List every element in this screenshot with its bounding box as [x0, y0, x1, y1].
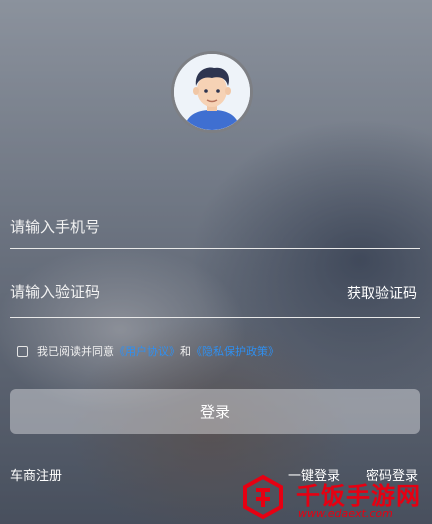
code-input[interactable] [10, 277, 310, 307]
get-code-button[interactable]: 获取验证码 [347, 283, 417, 303]
avatar [171, 51, 253, 133]
phone-underline [10, 248, 420, 249]
login-button[interactable]: 登录 [10, 389, 420, 434]
user-avatar-icon [174, 54, 250, 130]
code-underline [10, 317, 420, 318]
code-field[interactable]: 获取验证码 [10, 277, 420, 307]
user-agreement-link[interactable]: 《用户协议》 [114, 343, 180, 359]
agreement-conjunction: 和 [180, 345, 191, 358]
phone-field[interactable] [10, 212, 420, 242]
watermark-brand: 千饭手游网 [296, 482, 421, 510]
checkbox-icon[interactable] [17, 345, 28, 357]
phone-input[interactable] [10, 212, 310, 242]
agreement-row: 我已阅读并同意 《用户协议》 和 《隐私保护政策》 [17, 343, 279, 359]
watermark-logo-icon [243, 474, 283, 520]
privacy-policy-link[interactable]: 《隐私保护政策》 [191, 343, 279, 359]
dealer-register-link[interactable]: 车商注册 [10, 465, 62, 484]
agreement-prefix: 我已阅读并同意 [37, 345, 114, 358]
watermark-url: www.edaext.com [298, 507, 393, 520]
